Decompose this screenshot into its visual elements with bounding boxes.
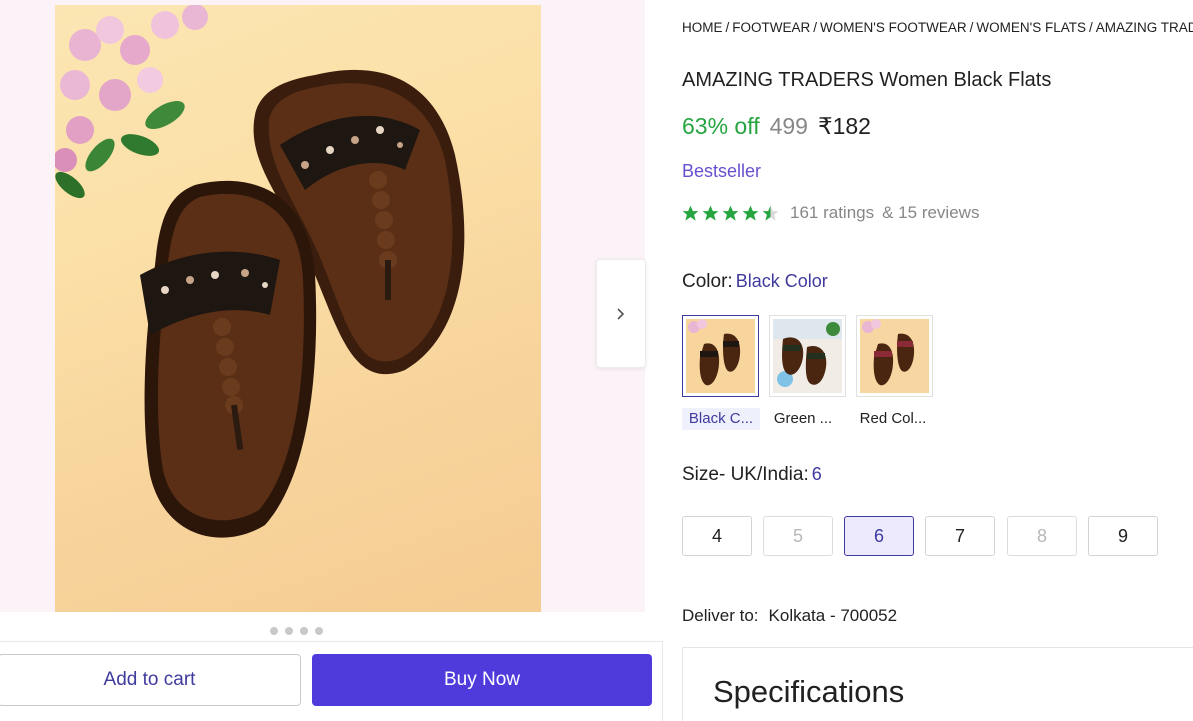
- add-to-cart-button[interactable]: Add to cart: [0, 654, 301, 706]
- breadcrumb-separator: /: [1088, 20, 1093, 35]
- deliver-label: Deliver to:: [682, 606, 759, 625]
- color-swatch-green[interactable]: [769, 315, 846, 397]
- breadcrumb-womens-footwear[interactable]: WOMEN'S FOOTWEAR: [820, 20, 967, 35]
- size-option-8[interactable]: 8: [1007, 516, 1077, 556]
- carousel-dot[interactable]: [300, 627, 308, 635]
- color-swatch-label[interactable]: Black C...: [682, 408, 760, 430]
- breadcrumb-footwear[interactable]: FOOTWEAR: [732, 20, 810, 35]
- delivery-location[interactable]: Deliver to: Kolkata - 700052: [682, 606, 897, 626]
- color-swatch-label[interactable]: Green ...: [764, 408, 842, 430]
- carousel-dot[interactable]: [315, 627, 323, 635]
- sandal-left: [140, 180, 317, 538]
- breadcrumb-womens-flats[interactable]: WOMEN'S FLATS: [976, 20, 1086, 35]
- star-icon: [702, 205, 719, 221]
- swatch-thumbnail: [862, 319, 915, 386]
- rating-summary[interactable]: 161 ratings & 15 reviews: [681, 203, 979, 223]
- selected-color: Black Color: [735, 271, 828, 291]
- chevron-right-icon: [617, 307, 625, 320]
- color-swatch-black[interactable]: [682, 315, 759, 397]
- product-title: AMAZING TRADERS Women Black Flats: [682, 69, 1052, 91]
- product-image[interactable]: [55, 5, 541, 612]
- size-option-6[interactable]: 6: [844, 516, 914, 556]
- breadcrumb: HOME / FOOTWEAR / WOMEN'S FOOTWEAR / WOMEN'S F…: [682, 20, 1193, 35]
- breadcrumb-brand[interactable]: AMAZING TRADERS: [1096, 20, 1193, 35]
- size-label: Size- UK/India: 6: [682, 464, 822, 486]
- swatch-thumbnail: [773, 319, 842, 387]
- ratings-count: 161 ratings: [790, 203, 875, 222]
- color-swatch-label[interactable]: Red Col...: [854, 408, 932, 430]
- color-label: Color: Black Color: [682, 271, 828, 293]
- size-option-5[interactable]: 5: [763, 516, 833, 556]
- carousel-dot[interactable]: [270, 627, 278, 635]
- specifications-title: Specifications: [713, 674, 905, 709]
- reviews-count: & 15 reviews: [882, 203, 980, 222]
- original-price: 499: [769, 113, 808, 139]
- star-icon: [742, 205, 759, 221]
- breadcrumb-home[interactable]: HOME: [682, 20, 723, 35]
- color-swatch-red[interactable]: [856, 315, 933, 397]
- next-image-button[interactable]: [596, 259, 646, 368]
- size-label-text: Size- UK/India:: [682, 464, 809, 485]
- discount-percent: 63% off: [682, 113, 760, 139]
- buy-now-button[interactable]: Buy Now: [312, 654, 652, 706]
- half-star-icon: [762, 205, 779, 221]
- image-carousel-dots: [270, 627, 323, 635]
- swatch-thumbnail: [688, 319, 741, 386]
- star-rating: [681, 204, 780, 223]
- star-icon: [682, 205, 699, 221]
- breadcrumb-separator: /: [813, 20, 818, 35]
- flowers-decoration: [55, 5, 208, 199]
- deliver-pincode: Kolkata - 700052: [768, 606, 898, 625]
- carousel-dot[interactable]: [285, 627, 293, 635]
- breadcrumb-separator: /: [725, 20, 730, 35]
- sandals-illustration: [55, 5, 465, 538]
- size-option-7[interactable]: 7: [925, 516, 995, 556]
- selling-price: ₹182: [817, 113, 871, 139]
- star-icon: [722, 205, 739, 221]
- color-label-text: Color:: [682, 271, 733, 292]
- size-option-9[interactable]: 9: [1088, 516, 1158, 556]
- price-row: 63% off 499 ₹182: [682, 113, 871, 140]
- bestseller-badge: Bestseller: [682, 161, 762, 181]
- size-option-4[interactable]: 4: [682, 516, 752, 556]
- selected-size: 6: [811, 464, 822, 484]
- breadcrumb-separator: /: [969, 20, 974, 35]
